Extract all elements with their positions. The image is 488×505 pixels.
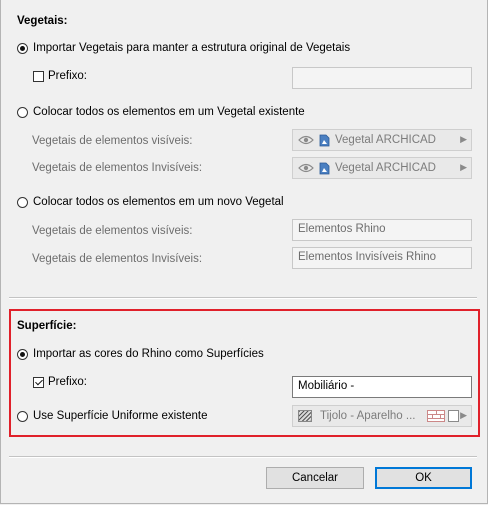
superficie-uniform-radio[interactable]	[17, 411, 28, 422]
vegetais-new-label[interactable]: Colocar todos os elementos em um novo Ve…	[33, 196, 284, 208]
uniform-surface-popup[interactable]: Tijolo - Aparelho ... ▶	[292, 405, 472, 427]
dropdown-arrow-icon: ▶	[460, 410, 467, 420]
section-divider	[9, 297, 477, 299]
layer-icon	[319, 134, 330, 150]
dropdown-arrow-icon: ▶	[460, 134, 467, 144]
footer-divider	[9, 456, 477, 458]
superficie-prefix-checkbox[interactable]	[33, 377, 44, 388]
superficie-prefix-label[interactable]: Prefixo:	[48, 376, 87, 388]
superficie-prefix-input[interactable]: Mobiliário -	[292, 376, 472, 398]
vegetais-existing-label[interactable]: Colocar todos os elementos em um Vegetal…	[33, 106, 305, 118]
texture-icon	[298, 410, 312, 422]
vegetais-existing-radio[interactable]	[17, 107, 28, 118]
ok-button[interactable]: OK	[375, 467, 472, 489]
superficie-uniform-label[interactable]: Use Superfície Uniforme existente	[33, 410, 208, 422]
brick-icon	[427, 410, 445, 422]
invisible-layer-popup[interactable]: Vegetal ARCHICAD ▶	[292, 157, 472, 179]
eye-icon	[298, 162, 314, 177]
vegetais-title: Vegetais:	[17, 15, 68, 27]
cancel-button[interactable]: Cancelar	[266, 467, 364, 489]
new-invisible-layer-input[interactable]: Elementos Invisíveis Rhino	[292, 247, 472, 269]
eye-icon	[298, 134, 314, 149]
vegetais-prefix-checkbox[interactable]	[33, 71, 44, 82]
vegetais-prefix-input[interactable]	[292, 67, 472, 89]
dropdown-arrow-icon: ▶	[460, 162, 467, 172]
superficie-title: Superfície:	[17, 320, 77, 332]
new-invisible-layer-label: Vegetais de elementos Invisíveis:	[32, 253, 203, 265]
image-icon	[448, 410, 459, 422]
vegetais-import-label[interactable]: Importar Vegetais para manter a estrutur…	[33, 42, 350, 54]
visible-layer-label: Vegetais de elementos visíveis:	[32, 135, 193, 147]
layer-icon	[319, 162, 330, 178]
vegetais-new-radio[interactable]	[17, 197, 28, 208]
visible-layer-popup[interactable]: Vegetal ARCHICAD ▶	[292, 129, 472, 151]
invisible-layer-value: Vegetal ARCHICAD	[335, 162, 436, 174]
visible-layer-value: Vegetal ARCHICAD	[335, 134, 436, 146]
invisible-layer-label: Vegetais de elementos Invisíveis:	[32, 162, 203, 174]
uniform-surface-value: Tijolo - Aparelho ...	[320, 410, 416, 422]
vegetais-prefix-label[interactable]: Prefixo:	[48, 70, 87, 82]
new-visible-layer-label: Vegetais de elementos visíveis:	[32, 225, 193, 237]
vegetais-import-radio[interactable]	[17, 43, 28, 54]
new-visible-layer-input[interactable]: Elementos Rhino	[292, 219, 472, 241]
superficie-import-radio[interactable]	[17, 349, 28, 360]
superficie-import-label[interactable]: Importar as cores do Rhino como Superfíc…	[33, 348, 264, 360]
